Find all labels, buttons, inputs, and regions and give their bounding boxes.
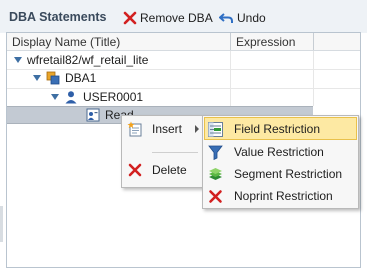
filter-funnel-icon: [208, 145, 223, 160]
tree-label: DBA1: [65, 71, 97, 85]
submenu-item-field-restriction[interactable]: Field Restriction: [207, 118, 355, 140]
undo-button[interactable]: Undo: [219, 9, 266, 27]
column-header-expression[interactable]: Expression: [236, 35, 295, 49]
expand-triangle-icon[interactable]: [33, 75, 41, 81]
submenu-item-label: Noprint Restriction: [234, 189, 333, 203]
tree-label: USER0001: [83, 90, 144, 104]
delete-icon: [123, 11, 137, 25]
submenu-item-label: Value Restriction: [234, 145, 324, 159]
submenu-item-value-restriction[interactable]: Value Restriction: [207, 141, 355, 163]
insert-icon: [127, 121, 142, 137]
column-line: [230, 51, 231, 106]
remove-dba-label: Remove DBA: [140, 11, 213, 25]
tree-row-dba1[interactable]: DBA1: [33, 69, 96, 87]
scrollbar-sliver[interactable]: [0, 206, 3, 242]
menu-item-delete[interactable]: Delete: [127, 159, 201, 181]
tree-row-user0001[interactable]: USER0001: [51, 88, 143, 106]
menu-item-insert[interactable]: Insert: [127, 118, 201, 140]
expand-triangle-icon[interactable]: [14, 57, 22, 63]
tree-row-wfretail[interactable]: wfretail82/wf_retail_lite: [14, 51, 148, 69]
submenu-arrow-icon: [195, 125, 199, 133]
dba-group-icon: [46, 71, 60, 85]
submenu-item-noprint-restriction[interactable]: Noprint Restriction: [207, 185, 355, 207]
column-divider[interactable]: [230, 33, 231, 50]
column-divider[interactable]: [313, 33, 314, 50]
menu-separator: [152, 152, 198, 153]
column-line: [313, 51, 314, 106]
menu-item-label: Insert: [152, 122, 183, 136]
submenu-item-label: Segment Restriction: [234, 167, 343, 181]
column-header-display-name[interactable]: Display Name (Title): [12, 35, 120, 49]
segment-stack-icon: [209, 167, 222, 180]
submenu-item-segment-restriction[interactable]: Segment Restriction: [207, 163, 355, 185]
remove-dba-button[interactable]: Remove DBA: [123, 9, 213, 27]
delete-icon: [128, 163, 142, 177]
user-icon: [65, 91, 77, 104]
field-restriction-icon: [208, 121, 223, 137]
undo-label: Undo: [237, 11, 266, 25]
menu-item-label: Delete: [152, 163, 187, 177]
expand-triangle-icon[interactable]: [51, 94, 59, 100]
panel-title: DBA Statements: [9, 10, 107, 24]
read-permission-icon: [86, 108, 100, 122]
submenu-item-label: Field Restriction: [234, 122, 321, 136]
red-x-icon: [209, 189, 222, 203]
tree-label: wfretail82/wf_retail_lite: [27, 53, 149, 67]
undo-arrow-icon: [219, 13, 233, 23]
